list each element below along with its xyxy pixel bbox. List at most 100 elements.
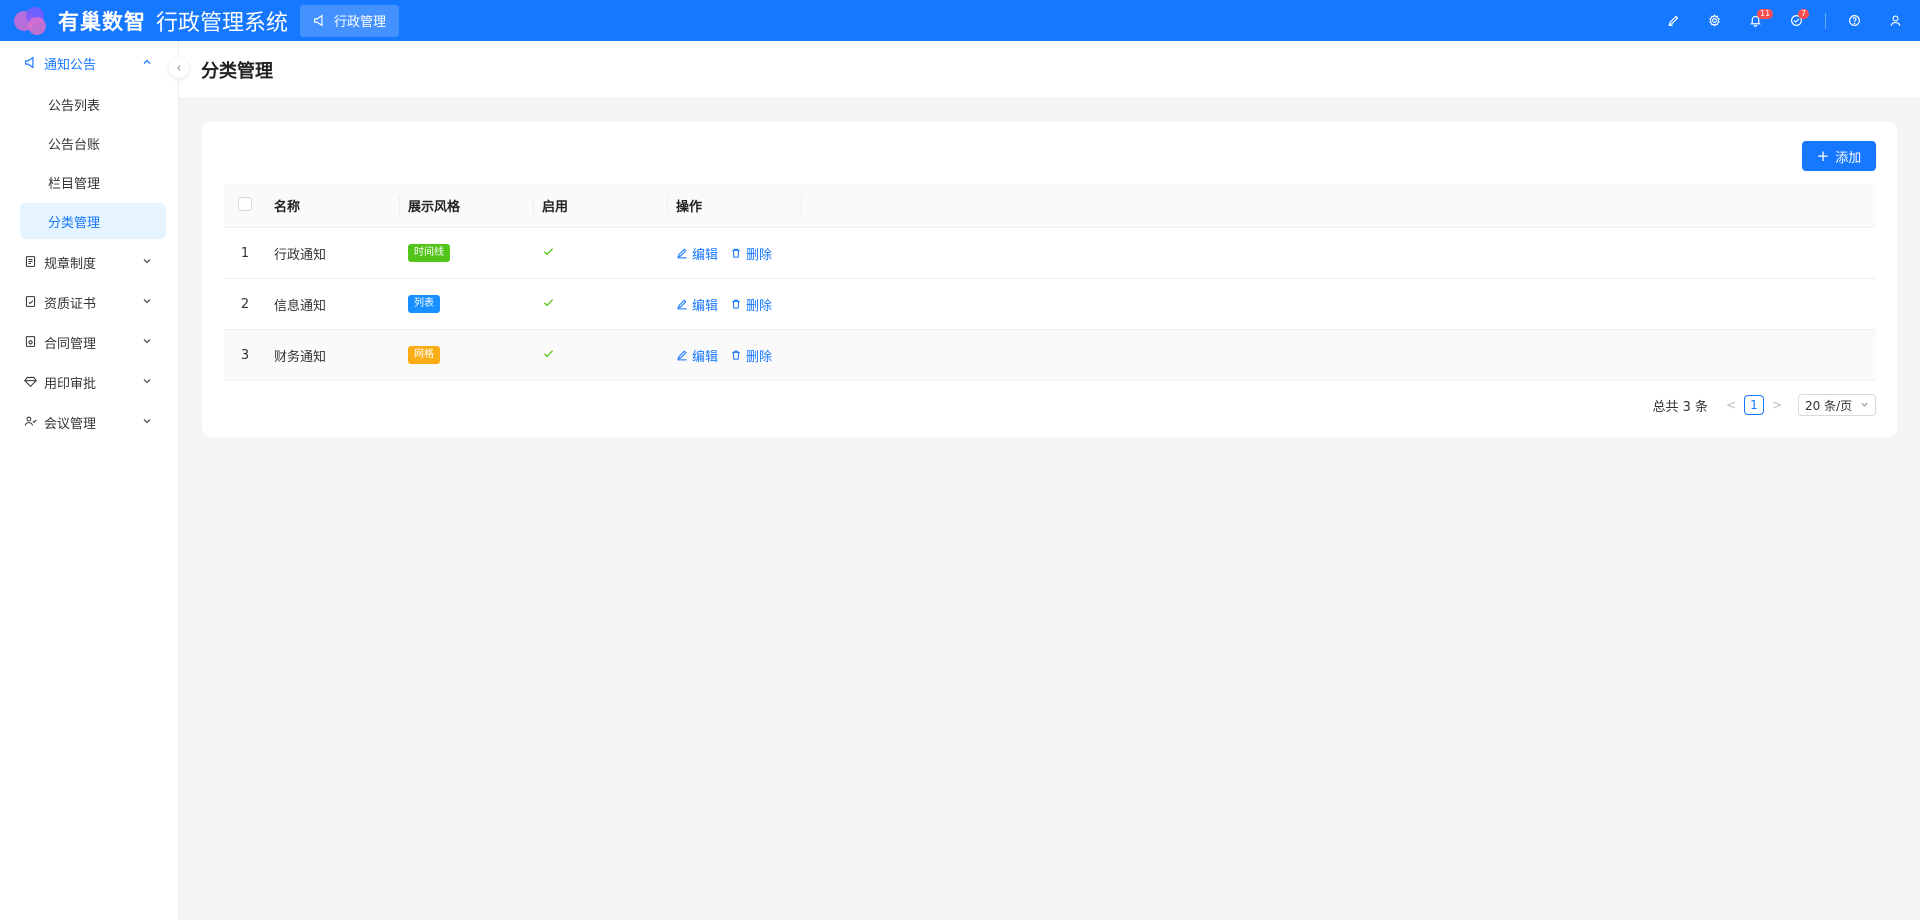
sidebar: 通知公告 公告列表 公告台账 栏目管理 分类管理 规章制度 资质证书 合同管理 (0, 41, 179, 920)
style-tag: 网格 (408, 346, 440, 364)
content-card: + 添加 名称 展示风格 启用 操作 1 行政通知 时间线 编辑 删除 2 信息… (202, 122, 1897, 437)
pagination: 总共 3 条 < 1 > 20 条/页 (1652, 394, 1876, 416)
table-header: 名称 展示风格 启用 操作 (224, 184, 1876, 228)
chevron-up-icon (142, 57, 152, 67)
nav-tab-admin[interactable]: 行政管理 (300, 4, 400, 37)
chevron-down-icon (142, 336, 152, 346)
sidebar-group-meetings[interactable]: 会议管理 (0, 402, 178, 442)
page-size-select[interactable]: 20 条/页 (1798, 394, 1876, 416)
edit-label: 编辑 (692, 298, 719, 314)
delete-button[interactable]: 删除 (730, 244, 772, 263)
logo[interactable]: 有巢数智 (12, 0, 146, 41)
sidebar-group-certificates[interactable]: 资质证书 (0, 282, 178, 322)
pagination-total: 总共 3 条 (1652, 399, 1708, 415)
edit-label: 编辑 (692, 247, 719, 263)
document-icon (24, 255, 38, 269)
style-tag: 时间线 (408, 244, 450, 262)
select-all-cell (224, 196, 266, 215)
row-index: 1 (240, 245, 250, 261)
trash-icon (732, 299, 740, 309)
sidebar-item-category-management[interactable]: 分类管理 (20, 203, 166, 239)
enabled-check-icon (542, 245, 555, 258)
add-button[interactable]: + 添加 (1802, 141, 1876, 171)
settings-icon[interactable] (1694, 0, 1735, 41)
sidebar-group-regulations[interactable]: 规章制度 (0, 242, 178, 282)
megaphone-icon (24, 56, 38, 70)
chevron-down-icon (142, 416, 152, 426)
page-size-value: 20 条/页 (1805, 398, 1853, 413)
sidebar-item-notice-list[interactable]: 公告列表 (20, 86, 166, 122)
delete-label: 删除 (746, 298, 773, 314)
next-page-button[interactable]: > (1766, 398, 1788, 412)
diamond-icon (24, 375, 38, 389)
trash-icon (732, 350, 740, 360)
row-name: 财务通知 (274, 349, 327, 365)
sidebar-group-seal-approval[interactable]: 用印审批 (0, 362, 178, 402)
chevron-down-icon (142, 376, 152, 386)
trash-icon (732, 248, 740, 258)
header-divider (1825, 12, 1826, 29)
chevron-left-icon (175, 64, 183, 72)
sidebar-group-label: 合同管理 (44, 336, 97, 352)
page-title: 分类管理 (201, 60, 273, 82)
table-row: 3 财务通知 网格 编辑 删除 (224, 330, 1876, 381)
user-icon[interactable] (1875, 0, 1916, 41)
sidebar-group-label: 会议管理 (44, 416, 97, 432)
delete-label: 删除 (746, 349, 773, 365)
row-name: 行政通知 (274, 247, 327, 263)
edit-icon (677, 248, 687, 259)
sidebar-group-label: 通知公告 (44, 57, 97, 73)
column-header-actions: 操作 (668, 194, 802, 217)
enabled-check-icon (542, 347, 555, 360)
brush-icon[interactable] (1653, 0, 1694, 41)
sidebar-group-label: 用印审批 (44, 376, 97, 392)
page-number-button[interactable]: 1 (1744, 395, 1764, 415)
delete-label: 删除 (746, 247, 773, 263)
delete-button[interactable]: 删除 (730, 295, 772, 314)
row-index: 3 (240, 347, 250, 363)
header-actions: 11 7 (1653, 0, 1920, 41)
chevron-down-icon (1860, 400, 1869, 409)
edit-icon (677, 350, 687, 361)
task-check-icon[interactable]: 7 (1776, 0, 1817, 41)
sidebar-item-column-management[interactable]: 栏目管理 (20, 164, 166, 200)
sidebar-group-contracts[interactable]: 合同管理 (0, 322, 178, 362)
certificate-icon (24, 295, 38, 309)
logo-icon (12, 5, 56, 37)
nav-tab-label: 行政管理 (334, 15, 387, 30)
brand-name: 有巢数智 (58, 9, 146, 34)
edit-button[interactable]: 编辑 (676, 295, 718, 314)
row-index: 2 (240, 296, 250, 312)
column-header-name: 名称 (266, 196, 400, 215)
edit-button[interactable]: 编辑 (676, 244, 718, 263)
task-badge: 7 (1798, 9, 1810, 19)
prev-page-button[interactable]: < (1720, 398, 1742, 412)
table-row: 1 行政通知 时间线 编辑 删除 (224, 228, 1876, 279)
sidebar-collapse-button[interactable] (169, 58, 189, 78)
notification-badge: 11 (1757, 9, 1774, 19)
column-header-style: 展示风格 (400, 196, 534, 215)
edit-button[interactable]: 编辑 (676, 346, 718, 365)
column-header-enabled: 启用 (534, 196, 668, 215)
plus-icon: + (1816, 146, 1830, 165)
contract-icon (24, 335, 38, 349)
sidebar-group-label: 资质证书 (44, 296, 97, 312)
sidebar-group-notices[interactable]: 通知公告 (0, 43, 178, 83)
system-title: 行政管理系统 (156, 10, 289, 36)
meeting-icon (24, 415, 38, 429)
style-tag: 列表 (408, 295, 440, 313)
chevron-down-icon (142, 296, 152, 306)
top-header: 有巢数智 行政管理系统 行政管理 11 7 (0, 0, 1920, 41)
row-name: 信息通知 (274, 298, 327, 314)
delete-button[interactable]: 删除 (730, 346, 772, 365)
help-icon[interactable] (1834, 0, 1875, 41)
sidebar-group-label: 规章制度 (44, 256, 97, 272)
bell-icon[interactable]: 11 (1735, 0, 1776, 41)
sidebar-item-notice-ledger[interactable]: 公告台账 (20, 125, 166, 161)
table-row: 2 信息通知 列表 编辑 删除 (224, 279, 1876, 330)
chevron-down-icon (142, 256, 152, 266)
add-button-label: 添加 (1835, 150, 1862, 166)
select-all-checkbox[interactable] (238, 196, 252, 211)
edit-icon (677, 299, 687, 310)
enabled-check-icon (542, 296, 555, 309)
